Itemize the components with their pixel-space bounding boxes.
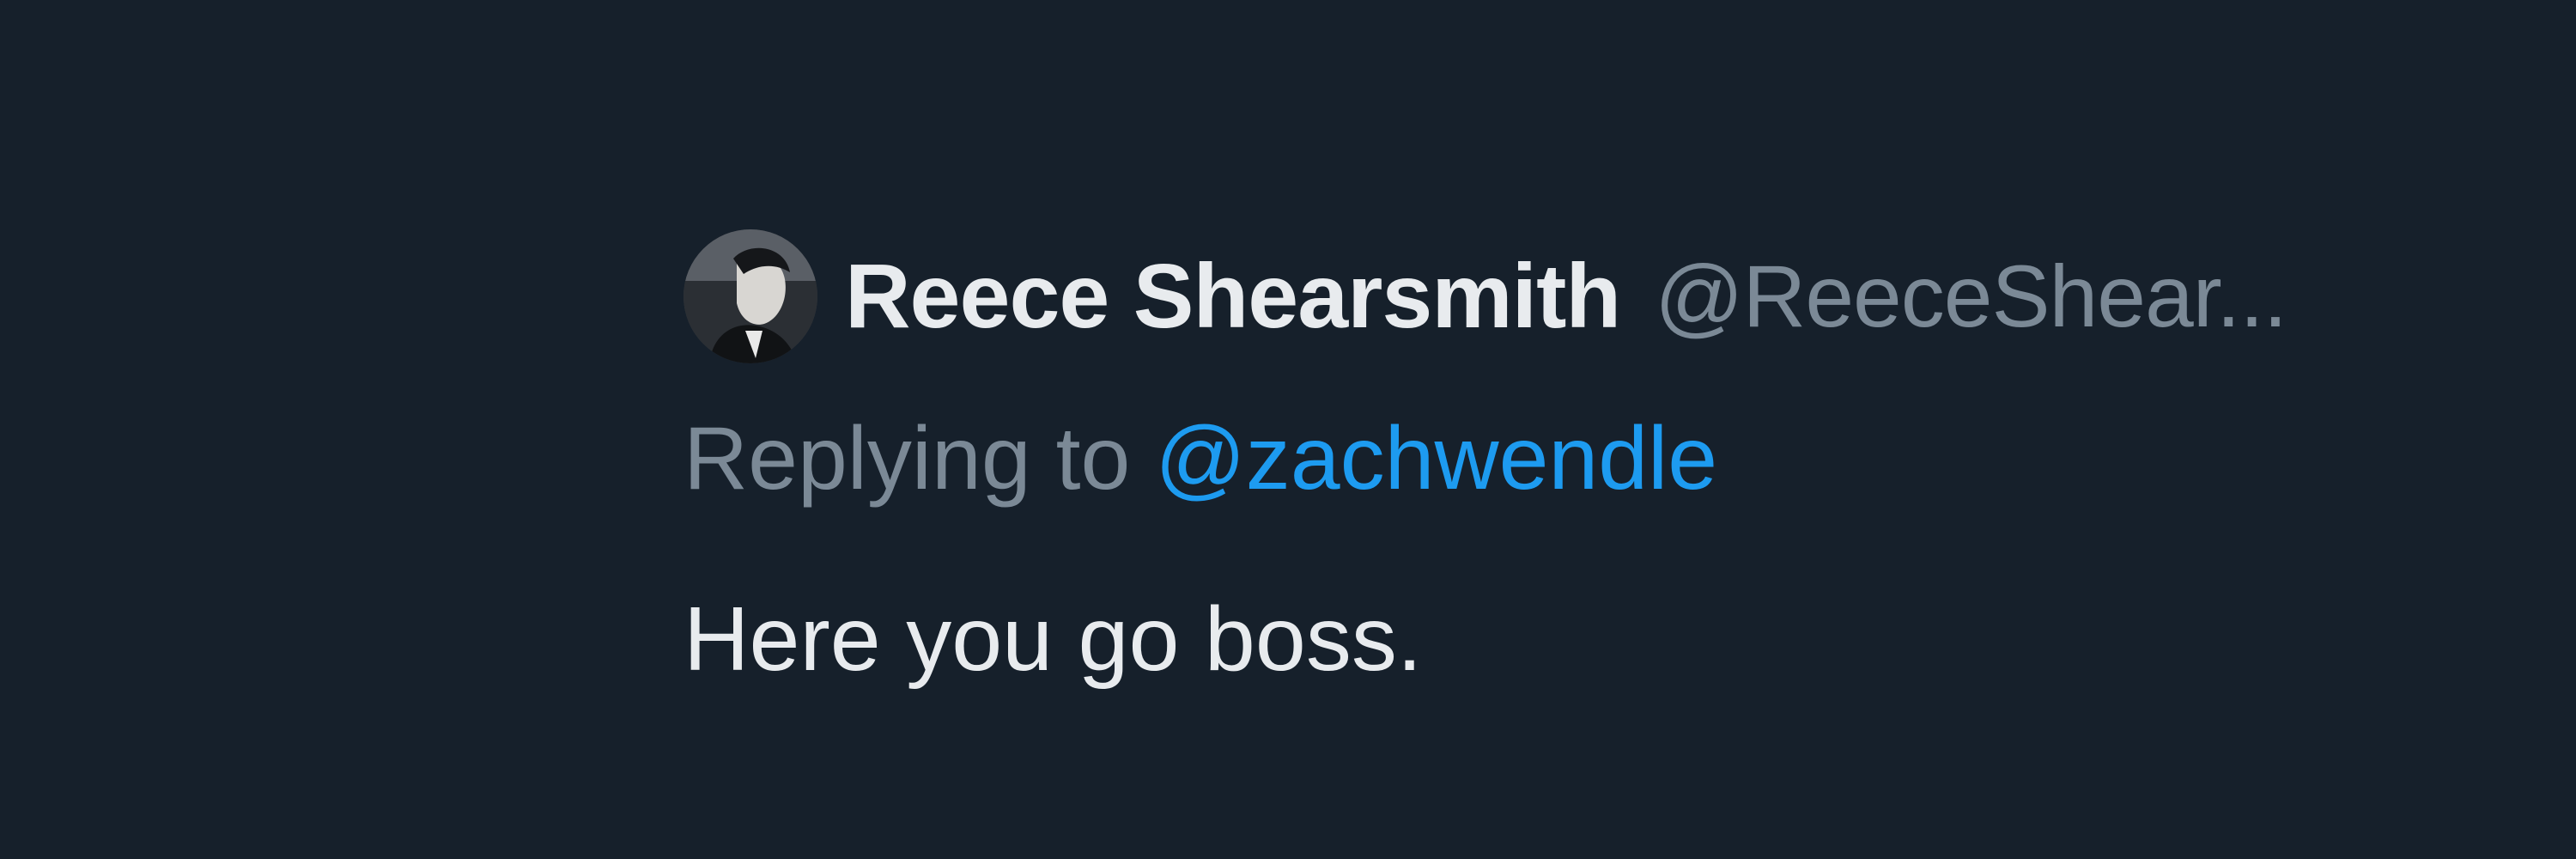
replying-to-line: Replying to @zachwendle — [683, 407, 2576, 510]
tweet-card[interactable]: Reece Shearsmith @ReeceShear... Replying… — [683, 225, 2576, 691]
tweet-text: Here you go boss. — [683, 588, 1423, 690]
avatar[interactable] — [683, 229, 817, 363]
reply-mention-link[interactable]: @zachwendle — [1155, 409, 1717, 509]
profile-photo-icon — [683, 229, 817, 363]
author-handle[interactable]: @ReeceShear... — [1655, 247, 2287, 347]
replying-to-label: Replying to — [683, 409, 1156, 509]
author-display-name[interactable]: Reece Shearsmith — [845, 245, 1621, 349]
tweet-header: Reece Shearsmith @ReeceShear... — [683, 225, 2576, 368]
screenshot-canvas: Reece Shearsmith @ReeceShear... Replying… — [0, 0, 2576, 859]
